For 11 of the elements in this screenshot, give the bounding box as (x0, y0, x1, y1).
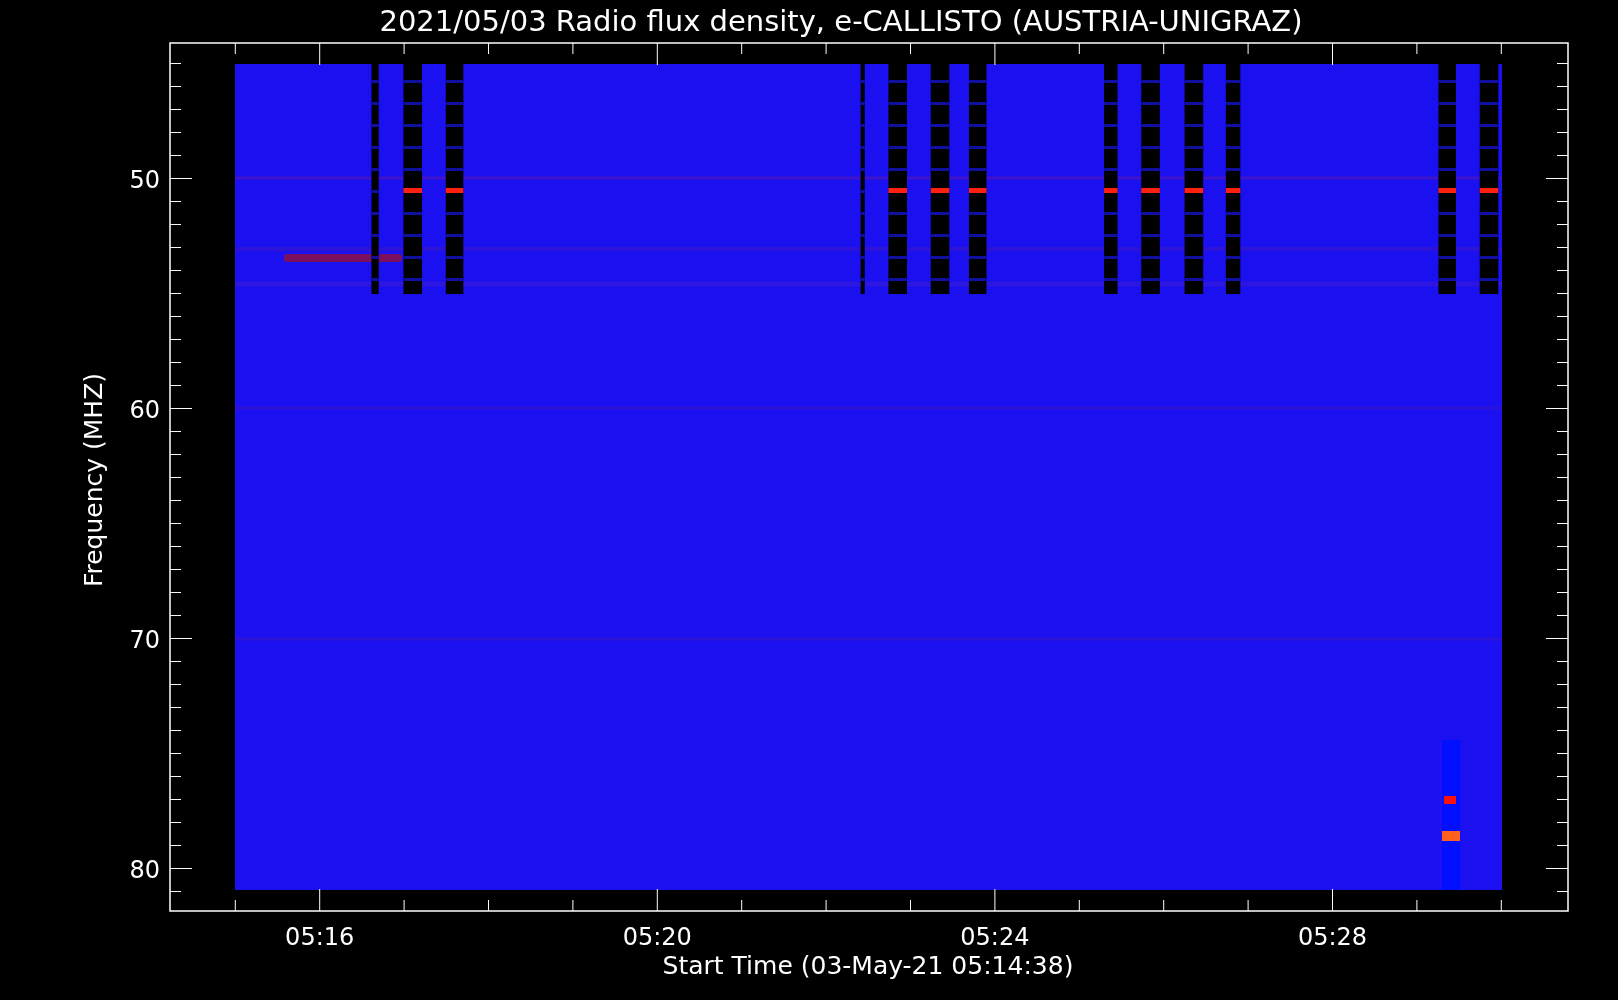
y-tick-label: 70 (129, 625, 160, 654)
y-tick-label: 80 (129, 855, 160, 884)
y-axis-label: Frequency (MHZ) (79, 372, 108, 588)
x-tick-label: 05:28 (1297, 923, 1368, 951)
x-tick-label: 05:24 (960, 923, 1030, 951)
x-axis-label: Start Time (03-May-21 05:14:38) (662, 951, 1074, 980)
y-tick-label: 50 (129, 165, 160, 194)
x-tick-label: 05:20 (622, 923, 692, 951)
chart-title: 2021/05/03 Radio flux density, e-CALLISTO (AUSTRIA-UNIGRAZ) (379, 4, 1303, 38)
x-tick-label: 05:16 (285, 923, 355, 951)
y-tick-label: 60 (129, 395, 160, 424)
